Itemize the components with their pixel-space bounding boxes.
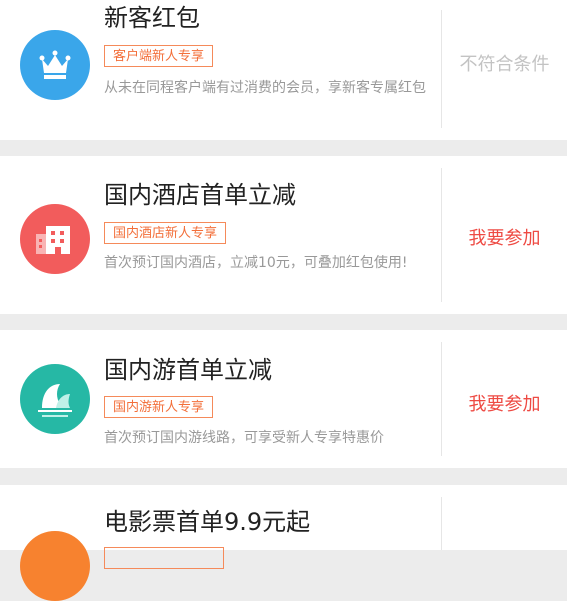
promo-title: 国内酒店首单立减 bbox=[104, 181, 296, 209]
movie-icon bbox=[20, 531, 90, 601]
promo-card-new-user-redpacket: 新客红包 客户端新人专享 从未在同程客户端有过消费的会员，享新客专属红包 不符合… bbox=[0, 0, 567, 140]
promo-tag bbox=[104, 547, 224, 569]
promo-description: 首次预订国内酒店，立减10元，可叠加红包使用! bbox=[104, 255, 408, 271]
crown-icon bbox=[20, 30, 90, 100]
promo-tag: 客户端新人专享 bbox=[104, 45, 214, 67]
join-button[interactable]: 我要参加 bbox=[442, 393, 567, 417]
promo-tag: 国内酒店新人专享 bbox=[104, 222, 227, 244]
promo-card-domestic-hotel: 国内酒店首单立减 国内酒店新人专享 首次预订国内酒店，立减10元，可叠加红包使用… bbox=[0, 156, 567, 314]
opera-house-icon bbox=[20, 364, 90, 434]
promo-title: 电影票首单9.9元起 bbox=[104, 508, 311, 536]
promo-card-movie-ticket: 电影票首单9.9元起 bbox=[0, 485, 567, 601]
promo-tag: 国内游新人专享 bbox=[104, 396, 214, 418]
hotel-icon bbox=[20, 204, 90, 274]
promo-description: 从未在同程客户端有过消费的会员，享新客专属红包 bbox=[104, 80, 426, 96]
join-button[interactable]: 我要参加 bbox=[442, 227, 567, 251]
promo-title: 国内游首单立减 bbox=[104, 356, 272, 384]
promo-description: 首次预订国内游线路，可享受新人专享特惠价 bbox=[104, 430, 384, 446]
promo-card-domestic-tour: 国内游首单立减 国内游新人专享 首次预订国内游线路，可享受新人专享特惠价 我要参… bbox=[0, 330, 567, 468]
card-divider bbox=[441, 497, 442, 550]
not-eligible-label: 不符合条件 bbox=[459, 54, 550, 75]
promo-title: 新客红包 bbox=[104, 4, 200, 32]
